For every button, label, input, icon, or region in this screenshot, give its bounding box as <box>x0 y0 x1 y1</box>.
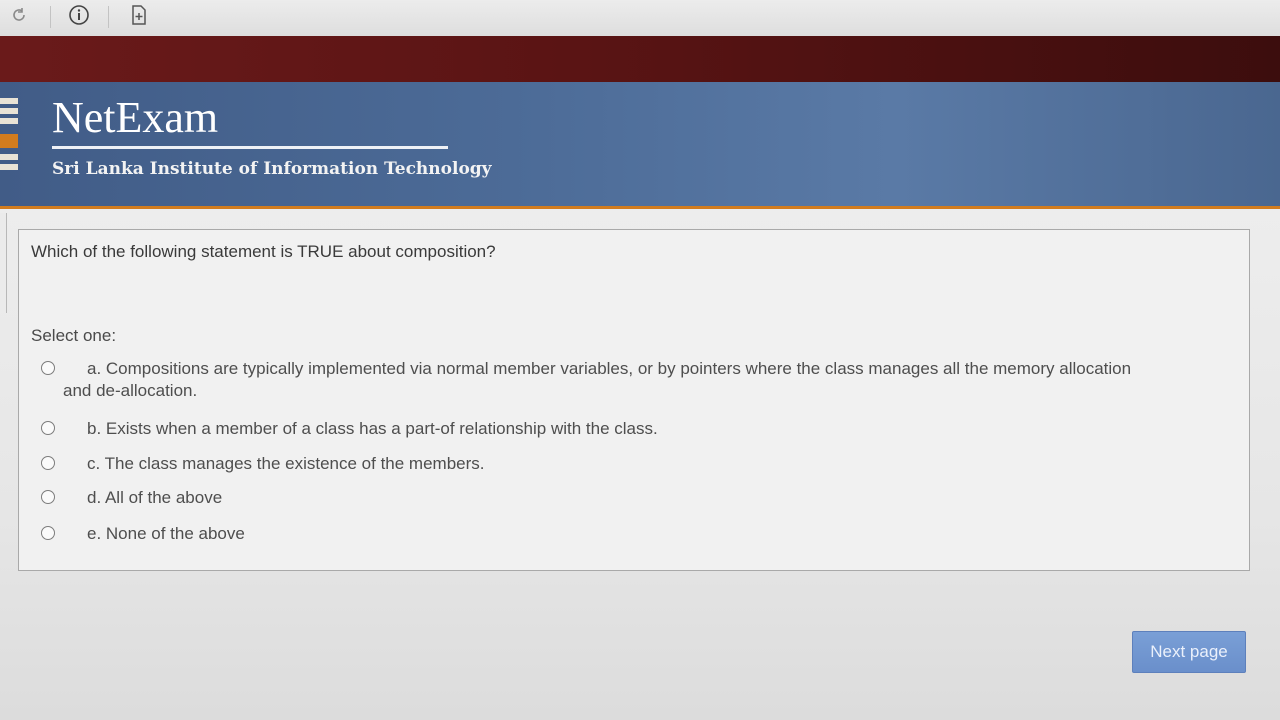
institute-logo-icon <box>0 98 18 170</box>
side-panel-edge <box>0 213 7 313</box>
radio-button-icon[interactable] <box>41 421 55 435</box>
main-content: Which of the following statement is TRUE… <box>0 209 1280 720</box>
radio-button-icon[interactable] <box>41 361 55 375</box>
toolbar-divider <box>108 6 109 28</box>
toolbar-divider <box>50 6 51 28</box>
question-text: Which of the following statement is TRUE… <box>31 242 496 261</box>
option-label: b. Exists when a member of a class has a… <box>87 419 658 438</box>
question-card: Which of the following statement is TRUE… <box>18 229 1250 571</box>
select-one-label: Select one: <box>31 326 117 345</box>
brand-underline <box>52 146 448 149</box>
answer-option-b[interactable]: b. Exists when a member of a class has a… <box>39 418 1159 440</box>
option-label: d. All of the above <box>87 488 223 507</box>
brand-title: NetExam <box>52 93 219 142</box>
institute-name: Sri Lanka Institute of Information Techn… <box>52 159 492 179</box>
refresh-icon[interactable] <box>8 4 30 26</box>
option-label: c. The class manages the existence of th… <box>87 454 485 473</box>
answer-option-a[interactable]: a. Compositions are typically implemente… <box>39 358 1159 402</box>
page-icon[interactable] <box>128 4 150 26</box>
option-label: e. None of the above <box>87 524 245 543</box>
radio-button-icon[interactable] <box>41 490 55 504</box>
radio-button-icon[interactable] <box>41 456 55 470</box>
info-icon[interactable] <box>68 4 90 26</box>
answer-option-e[interactable]: e. None of the above <box>39 523 1159 545</box>
answer-option-d[interactable]: d. All of the above <box>39 487 1159 509</box>
next-page-button[interactable]: Next page <box>1132 631 1246 673</box>
radio-button-icon[interactable] <box>41 526 55 540</box>
top-banner <box>0 36 1280 82</box>
option-label: a. Compositions are typically implemente… <box>63 359 1132 400</box>
browser-toolbar <box>0 0 1280 37</box>
answer-option-c[interactable]: c. The class manages the existence of th… <box>39 453 1159 475</box>
site-header: NetExam Sri Lanka Institute of Informati… <box>0 82 1280 209</box>
